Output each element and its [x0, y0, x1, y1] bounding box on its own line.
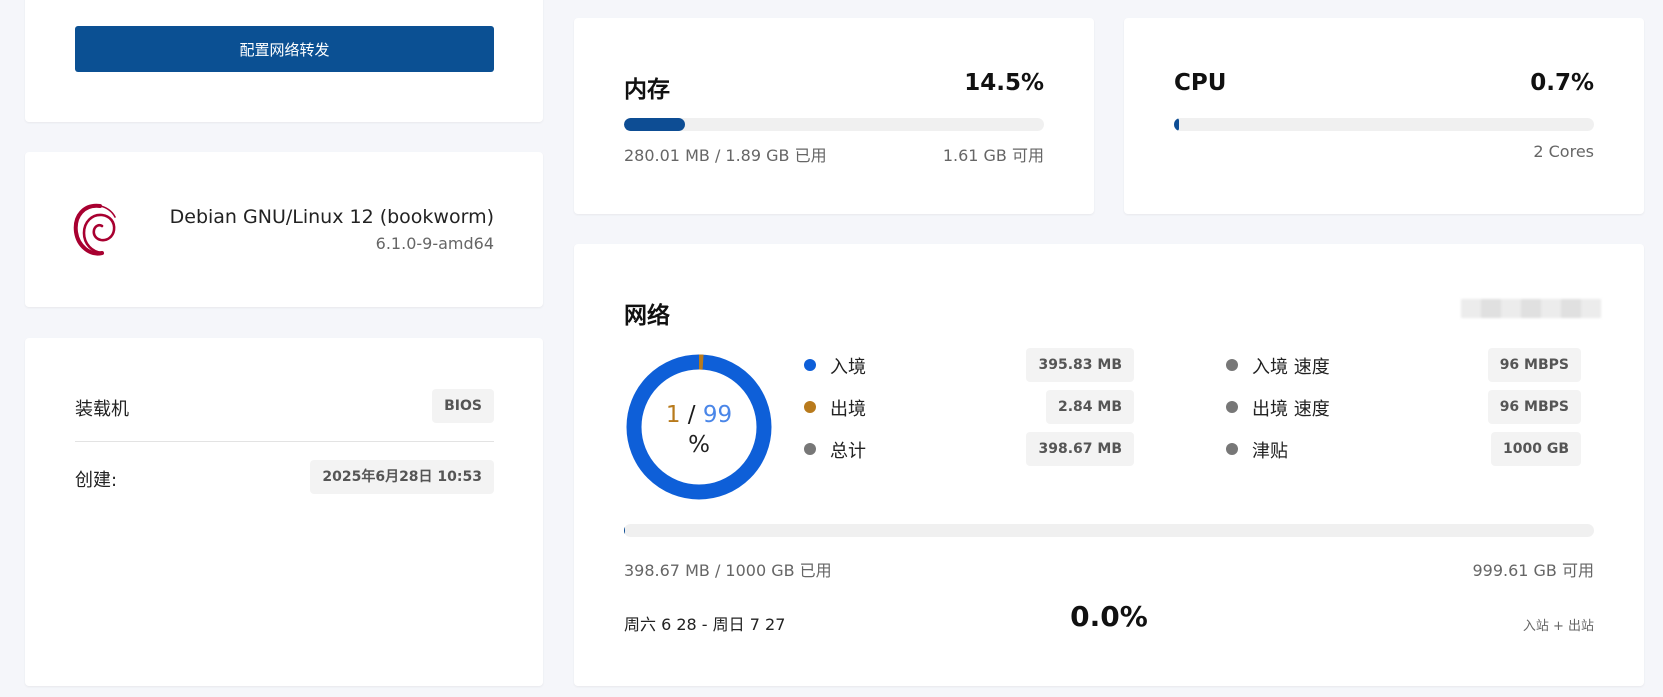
- configure-forwarding-button[interactable]: 配置网络转发: [75, 26, 494, 72]
- legend-value: 395.83 MB: [1026, 348, 1134, 382]
- os-card: Debian GNU/Linux 12 (bookworm) 6.1.0-9-a…: [25, 152, 543, 307]
- legend-allowance: 津贴 1000 GB: [1226, 432, 1581, 466]
- legend-label: 出境: [830, 399, 866, 420]
- legend-inbound: 入境 395.83 MB: [804, 348, 1134, 382]
- network-forward-card: 配置网络转发: [25, 0, 543, 122]
- redacted-field: [1461, 299, 1601, 318]
- allowance-dot-icon: [1226, 443, 1238, 455]
- network-title: 网络: [624, 303, 670, 329]
- legend-value: 2.84 MB: [1045, 390, 1134, 424]
- donut-separator: /: [687, 402, 696, 428]
- debian-swirl-icon: [73, 203, 116, 256]
- donut-outbound-value: 1: [665, 402, 681, 428]
- boot-badge: BIOS: [432, 389, 494, 423]
- os-kernel: 6.1.0-9-amd64: [375, 234, 494, 253]
- created-badge: 2025年6月28日 10:53: [310, 460, 494, 494]
- inbound-dot-icon: [804, 359, 816, 371]
- created-row: 创建: 2025年6月28日 10:53: [75, 456, 494, 500]
- cpu-title: CPU: [1174, 70, 1227, 96]
- legend-label: 总计: [830, 441, 866, 462]
- memory-progress-bar: [624, 118, 1044, 131]
- total-dot-icon: [804, 443, 816, 455]
- cpu-cores: 2 Cores: [1533, 142, 1594, 161]
- network-available: 999.61 GB 可用: [1472, 561, 1594, 580]
- network-used: 398.67 MB / 1000 GB 已用: [624, 561, 832, 580]
- cpu-card: CPU 0.7% 2 Cores: [1124, 18, 1644, 214]
- donut-unit: %: [688, 432, 710, 458]
- period-percent: 0.0%: [1070, 600, 1148, 633]
- machine-info-card: 装载机 BIOS 创建: 2025年6月28日 10:53: [25, 338, 543, 686]
- cpu-progress-bar: [1174, 118, 1594, 131]
- legend-outbound: 出境 2.84 MB: [804, 390, 1134, 424]
- memory-progress-fill: [624, 118, 685, 131]
- outbound-speed-dot-icon: [1226, 401, 1238, 413]
- cpu-percent: 0.7%: [1530, 70, 1594, 96]
- os-name: Debian GNU/Linux 12 (bookworm): [169, 206, 494, 228]
- inbound-speed-dot-icon: [1226, 359, 1238, 371]
- legend-value: 96 MBPS: [1487, 348, 1581, 382]
- created-label: 创建:: [75, 470, 118, 491]
- legend-value: 398.67 MB: [1026, 432, 1134, 466]
- memory-percent: 14.5%: [964, 70, 1044, 96]
- boot-label: 装载机: [75, 399, 129, 420]
- network-usage-bar: [624, 524, 1594, 537]
- network-card: 网络 1 / 99 % 入境 395.83 MB 出境 2.84 MB 总计 3…: [574, 244, 1644, 686]
- memory-used: 280.01 MB / 1.89 GB 已用: [624, 146, 827, 165]
- outbound-dot-icon: [804, 401, 816, 413]
- legend-label: 出境 速度: [1252, 399, 1330, 420]
- legend-inbound-speed: 入境 速度 96 MBPS: [1226, 348, 1581, 382]
- cpu-progress-fill: [1174, 118, 1179, 131]
- legend-total: 总计 398.67 MB: [804, 432, 1134, 466]
- boot-row: 装载机 BIOS: [75, 385, 494, 429]
- legend-value: 1000 GB: [1490, 432, 1581, 466]
- memory-available: 1.61 GB 可用: [942, 146, 1044, 165]
- donut-ratio: 1 / 99: [624, 402, 774, 428]
- memory-card: 内存 14.5% 280.01 MB / 1.89 GB 已用 1.61 GB …: [574, 18, 1094, 214]
- memory-title: 内存: [624, 77, 670, 103]
- legend-outbound-speed: 出境 速度 96 MBPS: [1226, 390, 1581, 424]
- legend-value: 96 MBPS: [1487, 390, 1581, 424]
- in-out-label: 入站 + 出站: [1522, 619, 1594, 634]
- legend-label: 津贴: [1252, 441, 1288, 462]
- donut-inbound-value: 99: [702, 402, 733, 428]
- legend-label: 入境: [830, 357, 866, 378]
- legend-label: 入境 速度: [1252, 357, 1330, 378]
- divider: [75, 441, 494, 442]
